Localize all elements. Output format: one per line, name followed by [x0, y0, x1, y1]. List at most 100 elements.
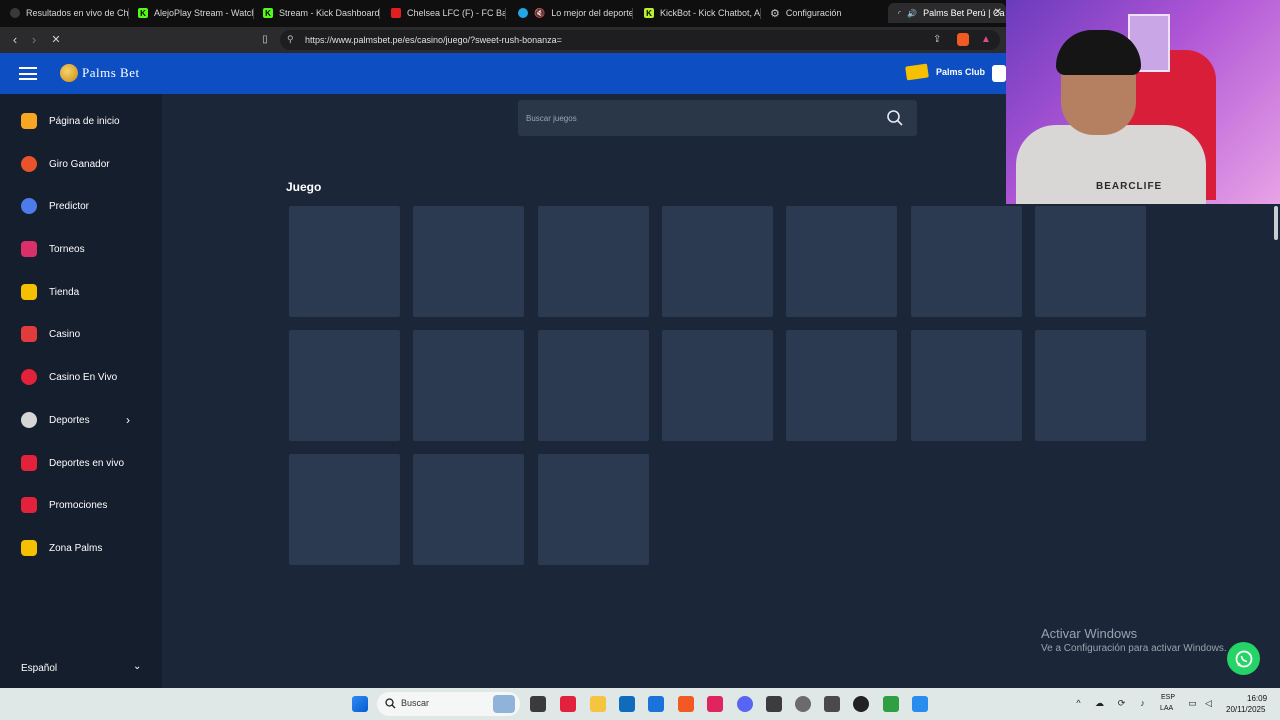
microphone-icon[interactable]: ♪ [1137, 698, 1148, 709]
windows-taskbar: Buscar ^ ☁ ⟳ ♪ ESP LAA ▭ ◁ 16:09 20/11/2… [0, 688, 1280, 720]
browser-tab[interactable]: Resultados en vivo de Cha [0, 3, 128, 23]
palms-club-link[interactable]: Palms Club [905, 63, 985, 81]
chevron-up-icon[interactable]: ^ [1073, 698, 1084, 709]
opera-icon[interactable] [707, 696, 723, 712]
settings-gear-icon[interactable] [795, 696, 811, 712]
game-card-placeholder[interactable] [911, 330, 1022, 441]
chevron-down-icon[interactable]: ⌄ [133, 661, 141, 672]
network-icon[interactable]: ▭ [1187, 698, 1198, 709]
loading-icon: ◜ [898, 8, 902, 18]
game-card-placeholder[interactable] [1035, 330, 1146, 441]
game-card-placeholder[interactable] [786, 330, 897, 441]
windows-start-icon[interactable] [352, 696, 368, 712]
calculator-icon[interactable] [824, 696, 840, 712]
header-login-button[interactable] [992, 65, 1006, 82]
site-info-icon[interactable]: ⚲ [287, 34, 294, 45]
cloud-icon[interactable]: ☁ [1094, 698, 1105, 709]
section-title: Juego [286, 180, 322, 194]
sidebar-item-label: Tienda [49, 286, 80, 298]
stop-loading-button[interactable]: ✕ [47, 31, 65, 49]
sidebar-item-torneos[interactable]: Torneos [0, 234, 162, 264]
game-card-placeholder[interactable] [538, 206, 649, 317]
game-card-placeholder[interactable] [413, 206, 524, 317]
game-card-placeholder[interactable] [662, 206, 773, 317]
tab-label: Chelsea LFC (F) - FC Barce [407, 8, 505, 18]
whatsapp-button[interactable] [1227, 642, 1260, 675]
sidebar-item-giro-ganador[interactable]: Giro Ganador [0, 149, 162, 179]
clock-time[interactable]: 16:09 [1247, 694, 1267, 703]
photos-icon[interactable] [912, 696, 928, 712]
game-card-placeholder[interactable] [413, 330, 524, 441]
sidebar-item-deportes[interactable]: Deportes › [0, 405, 162, 435]
share-icon[interactable]: ⇪ [933, 34, 941, 45]
sidebar-item-casino[interactable]: Casino [0, 319, 162, 349]
outlook-icon[interactable] [648, 696, 664, 712]
notepad-icon[interactable] [766, 696, 782, 712]
game-card-placeholder[interactable] [1035, 206, 1146, 317]
sidebar-item-label: Deportes en vivo [49, 457, 125, 469]
game-card-placeholder[interactable] [413, 454, 524, 565]
game-search-box [518, 100, 917, 136]
sidebar-item-deportes-en-vivo[interactable]: Deportes en vivo [0, 448, 162, 478]
language-selector[interactable]: Español [21, 663, 57, 674]
back-button[interactable]: ‹ [6, 31, 24, 49]
volume-icon[interactable]: ◁ [1203, 698, 1214, 709]
brave-shields-icon[interactable] [957, 33, 969, 46]
sidebar-item-tienda[interactable]: Tienda [0, 277, 162, 307]
browser-tab[interactable]: Chelsea LFC (F) - FC Barce [381, 3, 505, 23]
search-input[interactable] [526, 110, 866, 126]
tab-label: Palms Bet Perú | Ca [923, 8, 1005, 18]
sidebar-item-promociones[interactable]: Promociones [0, 490, 162, 520]
streamer-hair [1056, 30, 1141, 75]
game-card-placeholder[interactable] [289, 330, 400, 441]
page-scrollbar[interactable] [1272, 204, 1280, 688]
game-card-placeholder[interactable] [786, 206, 897, 317]
browser-tab-active[interactable]: ◜ 🔊 Palms Bet Perú | Ca ✕ [888, 3, 1006, 23]
windows-activation-subtitle: Ve a Configuración para activar Windows. [1041, 643, 1227, 654]
scrollbar-thumb[interactable] [1274, 206, 1278, 240]
address-bar[interactable]: ⚲ https://www.palmsbet.pe/es/casino/jueg… [280, 30, 1000, 50]
forward-button[interactable]: › [25, 31, 43, 49]
browser-tab[interactable]: K KickBot - Kick Chatbot, Ale [634, 3, 760, 23]
game-card-placeholder[interactable] [289, 206, 400, 317]
tab-favicon-icon [391, 8, 401, 18]
app-icon[interactable] [883, 696, 899, 712]
sidebar-item-label: Torneos [49, 243, 85, 255]
browser-tab[interactable]: ⚙ Configuración [760, 3, 886, 23]
clock-date[interactable]: 20/11/2025 [1226, 705, 1265, 714]
roulette-icon [21, 369, 37, 385]
wps-office-icon[interactable] [560, 696, 576, 712]
sidebar-item-zona-palms[interactable]: Zona Palms [0, 533, 162, 563]
trophy-icon [21, 241, 37, 257]
sidebar-item-home[interactable]: Página de inicio [0, 106, 162, 136]
obs-icon[interactable] [853, 696, 869, 712]
hamburger-menu-icon[interactable] [19, 67, 37, 80]
sidebar-item-label: Predictor [49, 200, 90, 212]
slot-machine-icon [21, 326, 37, 342]
bookmark-icon[interactable]: ▯ [256, 31, 274, 49]
sidebar-item-predictor[interactable]: Predictor [0, 191, 162, 221]
game-card-placeholder[interactable] [538, 454, 649, 565]
close-tab-icon[interactable]: ✕ [994, 7, 1002, 18]
browser-tab[interactable]: K Stream - Kick Dashboard [253, 3, 379, 23]
keyboard-language[interactable]: ESP [1161, 694, 1175, 701]
brave-rewards-icon[interactable]: ▲ [981, 34, 991, 45]
search-icon[interactable] [886, 109, 904, 127]
browser-tab[interactable]: 🔇 Lo mejor del deporte [508, 3, 632, 23]
brave-browser-icon[interactable] [678, 696, 694, 712]
game-card-placeholder[interactable] [289, 454, 400, 565]
microsoft-store-icon[interactable] [619, 696, 635, 712]
game-card-placeholder[interactable] [662, 330, 773, 441]
browser-tab[interactable]: K AlejoPlay Stream - Watch [128, 3, 253, 23]
sidebar-item-casino-en-vivo[interactable]: Casino En Vivo [0, 362, 162, 392]
task-view-icon[interactable] [530, 696, 546, 712]
webcam-overlay: BEARCLIFE [1006, 0, 1280, 204]
discord-icon[interactable] [737, 696, 753, 712]
palmsbet-logo[interactable]: Palms Bet [60, 63, 140, 83]
sync-icon[interactable]: ⟳ [1116, 698, 1127, 709]
keyboard-layout[interactable]: LAA [1160, 705, 1173, 712]
game-card-placeholder[interactable] [538, 330, 649, 441]
taskbar-search[interactable]: Buscar [377, 692, 520, 716]
file-explorer-icon[interactable] [590, 696, 606, 712]
game-card-placeholder[interactable] [911, 206, 1022, 317]
